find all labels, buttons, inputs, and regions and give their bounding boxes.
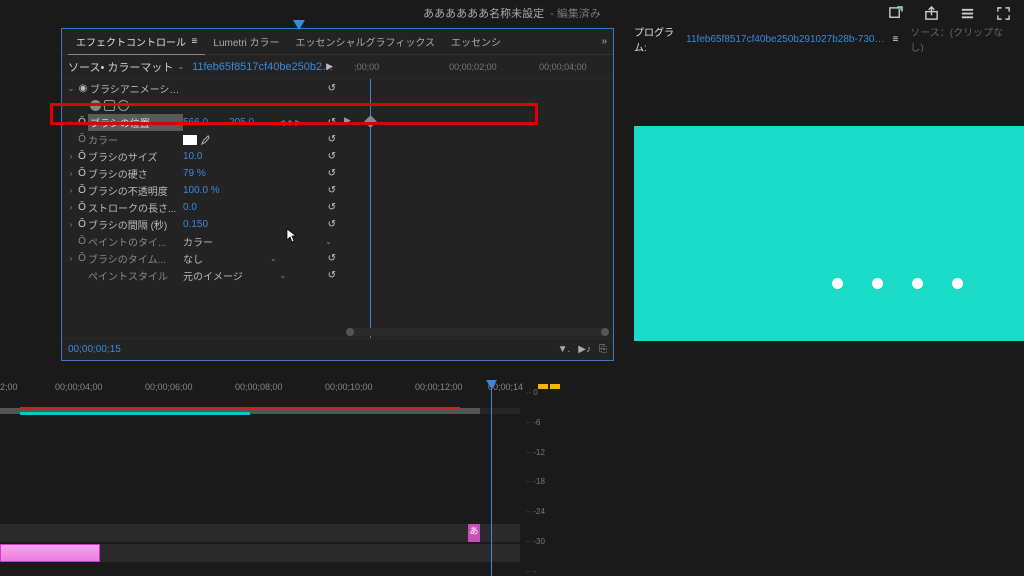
- reset-icon[interactable]: ↺: [328, 168, 336, 179]
- reset-icon[interactable]: ↺: [328, 151, 336, 162]
- titlebar: ああああああ名称未設定 - 編集済み: [0, 0, 1024, 26]
- brush-opacity-value[interactable]: 100.0 %: [183, 185, 229, 196]
- video-track-1[interactable]: [0, 544, 520, 562]
- brush-dot: [912, 278, 923, 289]
- reset-icon[interactable]: ↺: [328, 185, 336, 196]
- mini-timeline-ruler[interactable]: ▶ ;00;00 00;00;02;00 00;00;04;00: [334, 55, 607, 79]
- dropdown-icon[interactable]: ⌄: [270, 254, 277, 263]
- tab-source-none[interactable]: ソース：(クリップなし): [904, 26, 1018, 52]
- audio-meters: 0 -6 -12 -18 -24 -30 -: [520, 372, 568, 576]
- stopwatch-icon[interactable]: Ŏ: [76, 168, 88, 179]
- share-icon[interactable]: [922, 4, 940, 22]
- stopwatch-icon[interactable]: Ŏ: [76, 185, 88, 196]
- prop-stroke-length[interactable]: ›Ŏ ストロークの長さ... 0.0 ↺: [66, 199, 342, 216]
- keyframe-nav-icon[interactable]: ◀ ◆ ▶: [275, 118, 305, 127]
- keyframe-lane-position[interactable]: ▶: [342, 113, 613, 130]
- mask-shape-buttons: [66, 97, 342, 114]
- prop-brush-size[interactable]: ›Ŏ ブラシのサイズ 10.0 ↺: [66, 148, 342, 165]
- stopwatch-icon[interactable]: Ŏ: [76, 236, 88, 247]
- program-preview: [634, 126, 1024, 341]
- filter-icon[interactable]: ▼.: [558, 344, 571, 355]
- clip-thumbnail[interactable]: あ: [468, 524, 480, 542]
- reset-icon[interactable]: ↺: [328, 253, 336, 264]
- source-clip-name[interactable]: 11feb65f8517cf40be250b29...: [192, 61, 334, 73]
- prop-brush-timing[interactable]: ›Ŏ ブラシのタイム... なし ⌄ ↺: [66, 250, 342, 267]
- program-sequence-name: 11feb65f8517cf40be250b291027b28b-730x410: [686, 34, 887, 45]
- play-icon[interactable]: ▶♪: [578, 344, 591, 355]
- effect-brush-animation[interactable]: ⌄ ◉ ブラシアニメーション ↺: [66, 80, 342, 97]
- caret-right-icon[interactable]: ›: [66, 118, 76, 127]
- brush-hardness-value[interactable]: 79 %: [183, 168, 229, 179]
- ellipse-mask-icon[interactable]: [90, 100, 101, 111]
- prop-brush-position[interactable]: › Ŏ ブラシの位置 566.0 205.0 ◀ ◆ ▶ ↺: [66, 114, 342, 131]
- pos-x-value[interactable]: 566.0: [183, 117, 229, 128]
- timeline-work-area[interactable]: [0, 408, 520, 414]
- tabs-overflow-icon[interactable]: »: [601, 36, 607, 47]
- stopwatch-icon[interactable]: Ŏ: [76, 151, 88, 162]
- color-swatch[interactable]: [183, 135, 197, 145]
- visibility-icon[interactable]: ◉: [76, 83, 90, 94]
- brush-timing-value[interactable]: なし: [183, 251, 229, 266]
- tab-program-monitor[interactable]: プログラム: 11feb65f8517cf40be250b291027b28b-…: [628, 26, 904, 52]
- mouse-cursor-icon: [286, 228, 298, 244]
- rect-mask-icon[interactable]: [104, 100, 115, 111]
- video-track-2[interactable]: あ: [0, 524, 520, 542]
- stopwatch-icon[interactable]: Ŏ: [76, 134, 88, 145]
- tab-effect-controls[interactable]: エフェクトコントロール ≡: [68, 29, 205, 55]
- prop-brush-hardness[interactable]: ›Ŏ ブラシの硬さ 79 % ↺: [66, 165, 342, 182]
- reset-icon[interactable]: ↺: [328, 83, 336, 94]
- paint-style-value[interactable]: 元のイメージ: [183, 268, 248, 283]
- tab-lumetri[interactable]: Lumetri カラー: [205, 29, 287, 55]
- prop-paint-style[interactable]: ペイントスタイル 元のイメージ ⌄ ↺: [66, 267, 342, 284]
- paint-timing-value[interactable]: カラー: [183, 234, 229, 249]
- stopwatch-icon[interactable]: Ŏ: [76, 117, 88, 128]
- brush-dot: [872, 278, 883, 289]
- clip-color-matte[interactable]: [0, 544, 100, 562]
- reset-icon[interactable]: ↺: [328, 202, 336, 213]
- prop-paint-timing[interactable]: Ŏ ペイントのタイ... カラー ⌄: [66, 233, 342, 250]
- project-title: ああああああ名称未設定: [423, 5, 544, 21]
- property-list: ⌄ ◉ ブラシアニメーション ↺ › Ŏ ブラシの位置 566.0 205.0: [62, 79, 342, 338]
- effect-controls-panel: エフェクトコントロール ≡ Lumetri カラー エッセンシャルグラフィックス…: [61, 28, 614, 361]
- prop-color[interactable]: Ŏ カラー ↺: [66, 131, 342, 148]
- caret-down-icon[interactable]: ⌄: [66, 84, 76, 93]
- keyframe-area[interactable]: ▶: [342, 79, 613, 338]
- ec-timecode[interactable]: 00;00;00;15: [68, 344, 121, 355]
- horiz-scrollbar[interactable]: [346, 328, 609, 336]
- brush-interval-value[interactable]: 0.150: [183, 219, 229, 230]
- new-item-icon[interactable]: [886, 4, 904, 22]
- stopwatch-icon[interactable]: Ŏ: [76, 219, 88, 230]
- export-frame-icon[interactable]: ⎘: [599, 344, 607, 355]
- brush-dot: [832, 278, 843, 289]
- timeline-toggle-icon[interactable]: ▶: [326, 61, 333, 72]
- timeline-playhead[interactable]: [491, 380, 492, 576]
- eyedropper-icon[interactable]: [199, 134, 210, 145]
- prop-brush-interval[interactable]: ›Ŏ ブラシの間隔 (秒) 0.150 ↺: [66, 216, 342, 233]
- sequence-timeline[interactable]: 2;00 00;00;04;00 00;00;06;00 00;00;08;00…: [0, 372, 520, 576]
- brush-size-value[interactable]: 10.0: [183, 151, 229, 162]
- dropdown-icon[interactable]: ⌄: [325, 237, 332, 246]
- fullscreen-icon[interactable]: [994, 4, 1012, 22]
- brush-dot: [952, 278, 963, 289]
- stopwatch-icon[interactable]: Ŏ: [76, 202, 88, 213]
- stroke-length-value[interactable]: 0.0: [183, 202, 229, 213]
- saved-status: - 編集済み: [550, 5, 601, 21]
- dropdown-icon[interactable]: ⌄: [279, 271, 286, 280]
- reset-icon[interactable]: ↺: [328, 219, 336, 230]
- keyframe-diamond[interactable]: [364, 115, 377, 128]
- prev-kf-icon[interactable]: ▶: [344, 115, 351, 126]
- tab-essential-graphics[interactable]: エッセンシャルグラフィックス: [288, 29, 444, 55]
- tab-essential-sound[interactable]: エッセンシ: [443, 29, 509, 55]
- reset-icon[interactable]: ↺: [328, 270, 336, 281]
- source-label: ソース• カラーマット: [68, 59, 173, 75]
- free-mask-icon[interactable]: [118, 100, 129, 111]
- prop-brush-opacity[interactable]: ›Ŏ ブラシの不透明度 100.0 % ↺: [66, 182, 342, 199]
- timeline-ruler[interactable]: 2;00 00;00;04;00 00;00;06;00 00;00;08;00…: [0, 380, 520, 404]
- pos-y-value[interactable]: 205.0: [229, 117, 275, 128]
- reset-icon[interactable]: ↺: [328, 134, 336, 145]
- chevron-down-icon[interactable]: ⌄: [177, 62, 184, 71]
- reset-icon[interactable]: ↺: [328, 117, 336, 128]
- workspaces-icon[interactable]: [958, 4, 976, 22]
- stopwatch-icon[interactable]: Ŏ: [76, 253, 88, 264]
